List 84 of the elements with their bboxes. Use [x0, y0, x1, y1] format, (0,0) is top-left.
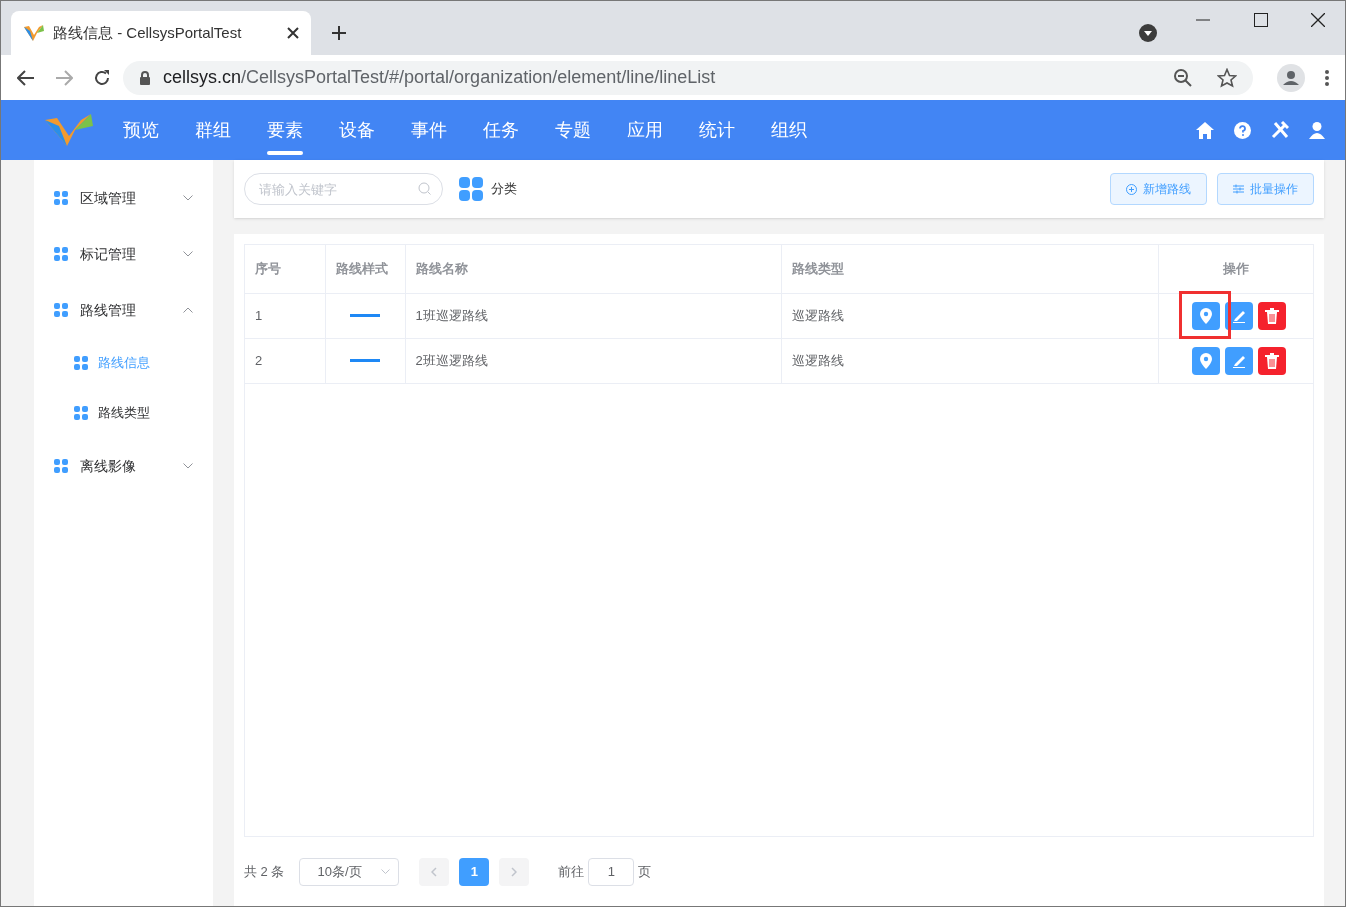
edit-button[interactable]: [1224, 346, 1253, 375]
column-header: 操作: [1158, 245, 1313, 293]
sidebar-item[interactable]: 路线管理: [34, 282, 213, 338]
tab-title: 路线信息 - CellsysPortalTest: [53, 22, 243, 43]
grid-icon: [54, 303, 68, 317]
nav-tab[interactable]: 群组: [195, 100, 231, 160]
address-bar[interactable]: cellsys.cn/CellsysPortalTest/#/portal/organization/element/line/lineList: [123, 60, 1253, 95]
nav-tab[interactable]: 任务: [483, 100, 519, 160]
grid-icon: [54, 459, 68, 473]
more-icon[interactable]: [1325, 69, 1329, 86]
locate-button[interactable]: [1191, 346, 1220, 375]
sliders-icon: [1233, 184, 1244, 194]
page-suffix: 页: [638, 862, 652, 881]
grid-icon: [74, 406, 88, 420]
locate-button[interactable]: [1191, 301, 1220, 330]
pencil-icon: [1231, 308, 1246, 323]
chevron-left-icon: [431, 866, 438, 877]
nav-tab[interactable]: 专题: [555, 100, 591, 160]
map-pin-icon: [1199, 307, 1212, 324]
column-header: 路线样式: [325, 245, 405, 293]
pencil-icon: [1231, 353, 1246, 368]
nav-tab[interactable]: 组织: [771, 100, 807, 160]
table-cell: 巡逻路线: [781, 293, 1158, 338]
map-pin-icon: [1199, 352, 1212, 369]
chevron-down-icon: [381, 869, 391, 875]
profile-icon[interactable]: [1277, 63, 1305, 92]
sidebar-subitem[interactable]: 路线类型: [34, 388, 213, 438]
maximize-icon[interactable]: [1254, 13, 1268, 27]
category-button[interactable]: 分类: [459, 177, 517, 201]
nav-tab[interactable]: 要素: [267, 100, 303, 160]
grid-icon: [54, 191, 68, 205]
goto-label: 前往: [558, 862, 585, 881]
page-button[interactable]: 1: [459, 857, 490, 886]
star-icon[interactable]: [1217, 67, 1237, 88]
table-cell: 2: [245, 338, 325, 383]
page-size-select[interactable]: 10条/页: [299, 857, 400, 886]
delete-button[interactable]: [1257, 301, 1286, 330]
logo-icon: [23, 23, 45, 43]
search-icon: [418, 182, 431, 195]
table-cell: 1班巡逻路线: [405, 293, 782, 338]
table-cell: 2班巡逻路线: [405, 338, 782, 383]
trash-icon: [1264, 352, 1279, 369]
page-number-field[interactable]: 1: [588, 857, 635, 886]
sidebar-item[interactable]: 离线影像: [34, 438, 213, 494]
grid-icon: [459, 177, 483, 201]
nav-tab[interactable]: 统计: [699, 100, 735, 160]
tools-icon[interactable]: [1271, 121, 1289, 139]
new-tab-icon[interactable]: [331, 25, 347, 41]
table-cell: 巡逻路线: [781, 338, 1158, 383]
plus-circle-icon: [1126, 183, 1137, 195]
toolbar-button[interactable]: 批量操作: [1217, 173, 1314, 205]
total-count: 共 2 条: [244, 862, 285, 881]
grid-icon: [54, 247, 68, 261]
zoom-out-icon[interactable]: [1173, 67, 1193, 88]
toolbar-button[interactable]: 新增路线: [1110, 173, 1207, 205]
forward-icon[interactable]: [55, 69, 73, 86]
column-header: 路线名称: [405, 245, 782, 293]
nav-tab[interactable]: 事件: [411, 100, 447, 160]
column-header: 路线类型: [781, 245, 1158, 293]
home-icon[interactable]: [1196, 121, 1214, 139]
table-cell: 1: [245, 293, 325, 338]
grid-icon: [74, 356, 88, 370]
nav-tab[interactable]: 应用: [627, 100, 663, 160]
trash-icon: [1264, 307, 1279, 324]
url-text: cellsys.cn/CellsysPortalTest/#/portal/organization/element/line/lineList: [163, 66, 717, 89]
dropdown-icon[interactable]: [1139, 24, 1157, 42]
search-field[interactable]: 请输入关键字: [244, 173, 443, 205]
help-icon[interactable]: [1234, 121, 1251, 139]
delete-button[interactable]: [1257, 346, 1286, 375]
back-icon[interactable]: [17, 69, 35, 86]
sidebar-item[interactable]: 标记管理: [34, 226, 213, 282]
nav-tab[interactable]: 设备: [339, 100, 375, 160]
reload-icon[interactable]: [93, 68, 111, 87]
lock-icon: [139, 70, 151, 85]
nav-tab[interactable]: 预览: [123, 100, 159, 160]
close-icon[interactable]: [287, 27, 299, 39]
sidebar-subitem[interactable]: 路线信息: [34, 338, 213, 388]
user-icon[interactable]: [1309, 121, 1325, 139]
browser-tab[interactable]: 路线信息 - CellsysPortalTest: [11, 11, 311, 55]
close-icon[interactable]: [1311, 13, 1325, 27]
column-header: 序号: [245, 245, 325, 293]
sidebar-item[interactable]: 区域管理: [34, 170, 213, 226]
logo-icon: [43, 112, 95, 148]
chevron-right-icon: [511, 866, 518, 877]
